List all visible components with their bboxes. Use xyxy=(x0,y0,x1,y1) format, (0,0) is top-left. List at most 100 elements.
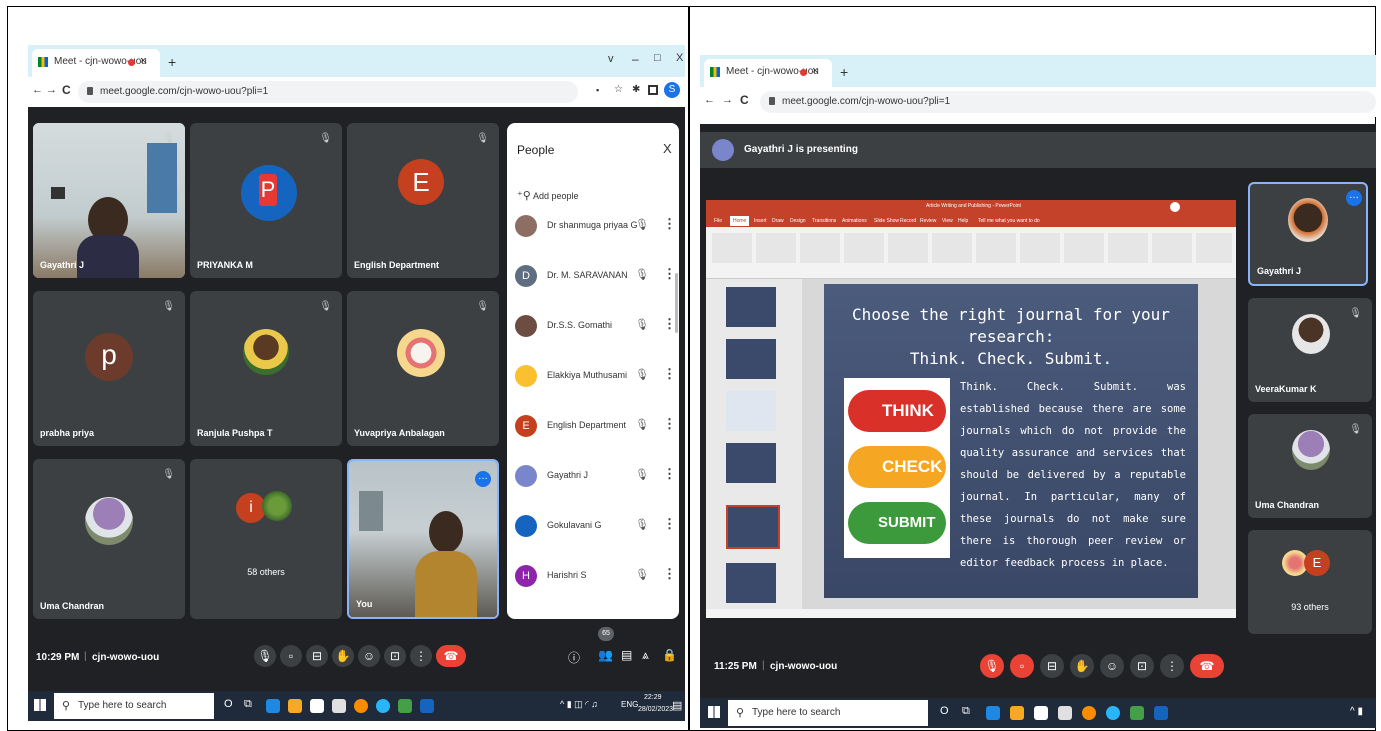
ppt-tab[interactable]: File xyxy=(714,218,722,224)
ppt-tab[interactable]: Review xyxy=(920,218,936,224)
video-tile[interactable]: E 93 others xyxy=(1248,530,1372,634)
more-icon[interactable]: ⋮ xyxy=(663,516,676,532)
minimize-icon[interactable]: – xyxy=(632,52,639,66)
raise-hand-button[interactable]: ✋ xyxy=(332,645,354,667)
cortana-icon[interactable]: O xyxy=(224,698,233,710)
word-icon[interactable] xyxy=(1154,706,1168,720)
slide-thumbnail[interactable] xyxy=(726,391,776,431)
more-options-icon[interactable]: … xyxy=(1346,190,1362,206)
store-icon[interactable] xyxy=(1034,706,1048,720)
system-tray-icons[interactable]: ^ ▮ xyxy=(1350,706,1363,717)
url-field[interactable]: meet.google.com/cjn-wowo-uou?pli=1 xyxy=(760,91,1376,113)
browser-tab[interactable]: Meet - cjn-wowo-uou × xyxy=(704,59,832,87)
more-icon[interactable]: ⋮ xyxy=(663,566,676,582)
edge-icon[interactable] xyxy=(266,699,280,713)
video-tile[interactable]: 🎙 VeeraKumar K xyxy=(1248,298,1372,402)
video-tile[interactable]: E 🎙 English Department xyxy=(347,123,499,278)
browser-tab[interactable]: Meet - cjn-wowo-uou × xyxy=(32,49,160,77)
people-icon[interactable]: 👥 xyxy=(598,648,613,662)
windows-start-icon[interactable] xyxy=(708,706,720,718)
back-icon[interactable]: ← xyxy=(32,84,43,96)
more-options-button[interactable]: ⋮ xyxy=(410,645,432,667)
camera-button[interactable]: ▫ xyxy=(280,645,302,667)
video-tile[interactable]: 🎙 Uma Chandran xyxy=(1248,414,1372,518)
participant-item[interactable]: Gayathri J 🎙 ⋮ xyxy=(515,459,679,499)
reload-icon[interactable]: C xyxy=(62,83,71,97)
captions-button[interactable]: ⊟ xyxy=(1040,654,1064,678)
ppt-tab[interactable]: Help xyxy=(958,218,968,224)
task-view-icon[interactable]: ⧉ xyxy=(244,698,252,711)
more-icon[interactable]: ⋮ xyxy=(663,466,676,482)
file-explorer-icon[interactable] xyxy=(1010,706,1024,720)
ppt-tell-me[interactable]: Tell me what you want to do xyxy=(978,218,1040,224)
reload-icon[interactable]: C xyxy=(740,93,749,107)
chrome-active-icon[interactable] xyxy=(1130,706,1144,720)
video-tile[interactable]: P 🎙 PRIYANKA M xyxy=(190,123,342,278)
participant-item[interactable]: Elakkiya Muthusami 🎙 ⋮ xyxy=(515,359,679,399)
self-video-tile[interactable]: … You xyxy=(347,459,499,619)
slide-thumbnail[interactable] xyxy=(726,563,776,603)
new-tab-icon[interactable]: + xyxy=(840,64,848,80)
bookmark-star-icon[interactable]: ☆ xyxy=(614,84,623,95)
store-icon[interactable] xyxy=(310,699,324,713)
ppt-tab[interactable]: Home xyxy=(730,216,750,226)
chrome-active-icon[interactable] xyxy=(398,699,412,713)
present-button[interactable]: ⊡ xyxy=(384,645,406,667)
leave-call-button[interactable]: ☎ xyxy=(1190,654,1224,678)
video-tile[interactable]: p 🎙 prabha priya xyxy=(33,291,185,446)
chrome-icon[interactable] xyxy=(1082,706,1096,720)
activities-icon[interactable]: ⩓ xyxy=(642,648,649,663)
close-panel-icon[interactable]: X xyxy=(663,141,672,156)
slide-thumbnail[interactable] xyxy=(726,287,776,327)
new-tab-icon[interactable]: + xyxy=(168,54,176,70)
edge-new-icon[interactable] xyxy=(1106,706,1120,720)
window-close-icon[interactable]: X xyxy=(676,52,683,64)
ppt-tab[interactable]: Transitions xyxy=(812,218,836,224)
raise-hand-button[interactable]: ✋ xyxy=(1070,654,1094,678)
more-options-button[interactable]: ⋮ xyxy=(1160,654,1184,678)
info-icon[interactable]: ⓘ xyxy=(568,649,580,666)
maximize-icon[interactable]: □ xyxy=(654,52,661,64)
mic-button[interactable]: 🎙 xyxy=(254,645,276,667)
video-tile[interactable]: 🎙 Gayathri J xyxy=(33,123,185,278)
forward-icon[interactable]: → xyxy=(722,94,733,106)
ppt-tab[interactable]: Design xyxy=(790,218,806,224)
slide-thumbnail[interactable] xyxy=(726,443,776,483)
more-icon[interactable]: ⋮ xyxy=(663,366,676,382)
scrollbar[interactable] xyxy=(675,273,678,333)
language-indicator[interactable]: ENG xyxy=(621,700,638,709)
emoji-button[interactable]: ☺ xyxy=(358,645,380,667)
participant-item[interactable]: D Dr. M. SARAVANAN 🎙 ⋮ xyxy=(515,259,679,299)
taskbar-search[interactable]: ⚲ Type here to search xyxy=(54,693,214,719)
ppt-tab[interactable]: Insert xyxy=(754,218,767,224)
task-view-icon[interactable]: ⧉ xyxy=(962,705,970,718)
participant-item[interactable]: Gokulavani G 🎙 ⋮ xyxy=(515,509,679,549)
back-icon[interactable]: ← xyxy=(704,94,715,106)
host-controls-icon[interactable]: 🔒 xyxy=(662,648,677,662)
camera-button[interactable]: ▫ xyxy=(1010,654,1034,678)
leave-call-button[interactable]: ☎ xyxy=(436,645,466,667)
extensions-icon[interactable]: ✱ xyxy=(632,84,640,95)
system-tray-icons[interactable]: ^ ▮ ◫ ◜ ♫ xyxy=(560,699,598,710)
ppt-tab[interactable]: Animations xyxy=(842,218,867,224)
forward-icon[interactable]: → xyxy=(46,84,57,96)
present-button[interactable]: ⊡ xyxy=(1130,654,1154,678)
windows-start-icon[interactable] xyxy=(34,699,46,711)
clock-time[interactable]: 22:29 xyxy=(644,694,662,701)
ppt-tab[interactable]: Slide Show xyxy=(874,218,899,224)
slide-thumbnail[interactable] xyxy=(726,339,776,379)
mic-button[interactable]: 🎙 xyxy=(980,654,1004,678)
notifications-icon[interactable]: ▤ xyxy=(672,699,682,712)
tab-close-icon[interactable]: × xyxy=(140,55,146,67)
participant-item[interactable]: H Harishri S 🎙 ⋮ xyxy=(515,559,679,599)
share-icon[interactable]: ▪ xyxy=(596,85,599,95)
mail-icon[interactable] xyxy=(332,699,346,713)
edge-new-icon[interactable] xyxy=(376,699,390,713)
tab-search-icon[interactable]: v xyxy=(608,53,614,65)
video-tile[interactable]: 🎙 Ranjula Pushpa T xyxy=(190,291,342,446)
more-icon[interactable]: ⋮ xyxy=(663,416,676,432)
sidepanel-icon[interactable] xyxy=(648,85,658,95)
profile-avatar-icon[interactable]: S xyxy=(664,82,680,98)
ppt-tab[interactable]: Draw xyxy=(772,218,784,224)
video-tile[interactable]: 🎙 Yuvapriya Anbalagan xyxy=(347,291,499,446)
